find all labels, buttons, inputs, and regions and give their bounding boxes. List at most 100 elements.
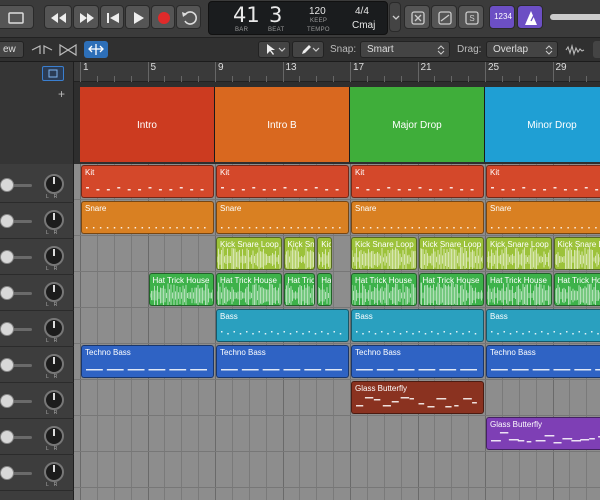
pointer-tool-menu[interactable]: [258, 41, 290, 58]
lcd-tempo: 120: [309, 6, 326, 17]
rewind-button[interactable]: [44, 5, 72, 29]
go-to-start-button[interactable]: [100, 5, 124, 29]
replace-button[interactable]: [404, 5, 430, 29]
track-header[interactable]: LR: [0, 311, 74, 347]
pan-knob[interactable]: [44, 282, 64, 302]
master-volume-slider[interactable]: [550, 14, 600, 20]
region[interactable]: Snare: [486, 201, 600, 234]
region[interactable]: Kick Snare Loop: [216, 237, 282, 270]
solo-button[interactable]: S: [458, 5, 484, 29]
region[interactable]: Kick Snare Loop: [486, 237, 552, 270]
fast-forward-button[interactable]: [73, 5, 99, 29]
track-header[interactable]: LR: [0, 383, 74, 419]
region[interactable]: Bass: [486, 309, 600, 342]
arrangement-toggle-button[interactable]: [42, 66, 64, 81]
metronome-button[interactable]: [517, 5, 543, 29]
region[interactable]: Ha: [317, 273, 333, 306]
region[interactable]: Kit: [351, 165, 484, 198]
track-header[interactable]: LR: [0, 239, 74, 275]
count-in-button[interactable]: 1234: [489, 5, 515, 29]
region[interactable]: Snare: [216, 201, 349, 234]
add-marker-button[interactable]: +: [58, 87, 65, 101]
view-menu[interactable]: ew: [0, 41, 24, 58]
region[interactable]: Hat Trick House: [418, 273, 484, 306]
volume-slider-handle[interactable]: [0, 214, 14, 228]
region[interactable]: Glass Butterfly: [351, 381, 484, 414]
lcd-keep-label: KEEP: [310, 18, 328, 24]
region[interactable]: Hat Trick House: [553, 273, 600, 306]
pan-knob[interactable]: [44, 426, 64, 446]
region[interactable]: Kick Snare Loop: [418, 237, 484, 270]
region[interactable]: Hat Trick: [283, 273, 316, 306]
region[interactable]: Kick Snare Loop: [351, 237, 417, 270]
arrangement-marker-label: Intro: [136, 120, 157, 131]
region[interactable]: Hat Trick House: [486, 273, 552, 306]
pan-knob[interactable]: [44, 246, 64, 266]
drag-label: Drag:: [457, 44, 482, 55]
pan-knob[interactable]: [44, 354, 64, 374]
lcd-display[interactable]: 41 3 BAR BEAT 120 KEEP TEMPO 4/4 Cmaj: [208, 1, 388, 35]
volume-slider-handle[interactable]: [0, 286, 14, 300]
region[interactable]: Kic: [317, 237, 333, 270]
track-header[interactable]: LR: [0, 455, 74, 491]
snap-label: Snap:: [330, 44, 357, 55]
bar-ruler[interactable]: 1 5 9 13 17 21 25 29: [74, 62, 600, 82]
region[interactable]: Snare: [351, 201, 484, 234]
region-name: Hat Trick House: [422, 276, 480, 285]
lcd-mode-menu[interactable]: [389, 2, 401, 32]
drag-select[interactable]: Overlap: [486, 41, 558, 58]
track-header[interactable]: LR: [0, 347, 74, 383]
region[interactable]: Bass: [216, 309, 349, 342]
ruler-bar-number: 5: [150, 62, 157, 73]
region[interactable]: Bass: [351, 309, 484, 342]
catch-button[interactable]: [84, 41, 108, 58]
volume-slider-handle[interactable]: [0, 466, 14, 480]
record-button[interactable]: [151, 5, 175, 29]
volume-slider-handle[interactable]: [0, 250, 14, 264]
region[interactable]: Snare: [81, 201, 214, 234]
region[interactable]: Kick Snare Loop: [553, 237, 600, 270]
arrangement-marker[interactable]: Intro B: [215, 87, 350, 162]
arrangement-marker[interactable]: Minor Drop: [485, 87, 600, 162]
snap-select[interactable]: Smart: [360, 41, 450, 58]
play-button[interactable]: [125, 5, 150, 29]
region[interactable]: Techno Bass: [351, 345, 484, 378]
track-header[interactable]: LR: [0, 167, 74, 203]
region[interactable]: Kit: [81, 165, 214, 198]
volume-slider-handle[interactable]: [0, 322, 14, 336]
region[interactable]: Kick Sn: [283, 237, 316, 270]
region[interactable]: Kit: [216, 165, 349, 198]
pan-knob[interactable]: [44, 318, 64, 338]
volume-slider-handle[interactable]: [0, 430, 14, 444]
flex-icon[interactable]: [30, 43, 54, 57]
pan-knob[interactable]: [44, 390, 64, 410]
track-header[interactable]: LR: [0, 419, 74, 455]
region[interactable]: Techno Bass: [486, 345, 600, 378]
pan-knob[interactable]: [44, 462, 64, 482]
waveform-zoom-icon[interactable]: [565, 44, 585, 56]
arrangement-marker[interactable]: Major Drop: [350, 87, 485, 162]
bounce-icon[interactable]: [58, 43, 78, 57]
region[interactable]: Hat Trick House: [148, 273, 214, 306]
arrangement-marker[interactable]: Intro: [80, 87, 215, 162]
track-header[interactable]: LR: [0, 275, 74, 311]
toolbar-overflow[interactable]: [593, 41, 600, 58]
region[interactable]: Techno Bass: [216, 345, 349, 378]
tuner-button[interactable]: [431, 5, 457, 29]
volume-slider-handle[interactable]: [0, 178, 14, 192]
rewind-icon: [51, 13, 66, 23]
library-button[interactable]: [0, 5, 34, 29]
region[interactable]: Glass Butterfly: [486, 417, 600, 450]
pan-knob[interactable]: [44, 174, 64, 194]
pencil-tool-menu[interactable]: [292, 41, 324, 58]
volume-slider-handle[interactable]: [0, 358, 14, 372]
volume-slider-handle[interactable]: [0, 394, 14, 408]
cycle-button[interactable]: [176, 5, 201, 29]
region[interactable]: Kit: [486, 165, 600, 198]
region[interactable]: Hat Trick House: [216, 273, 282, 306]
track-header[interactable]: LR: [0, 203, 74, 239]
region[interactable]: Techno Bass: [81, 345, 214, 378]
pan-knob[interactable]: [44, 210, 64, 230]
cycle-icon: [182, 11, 197, 25]
region[interactable]: Hat Trick House: [351, 273, 417, 306]
